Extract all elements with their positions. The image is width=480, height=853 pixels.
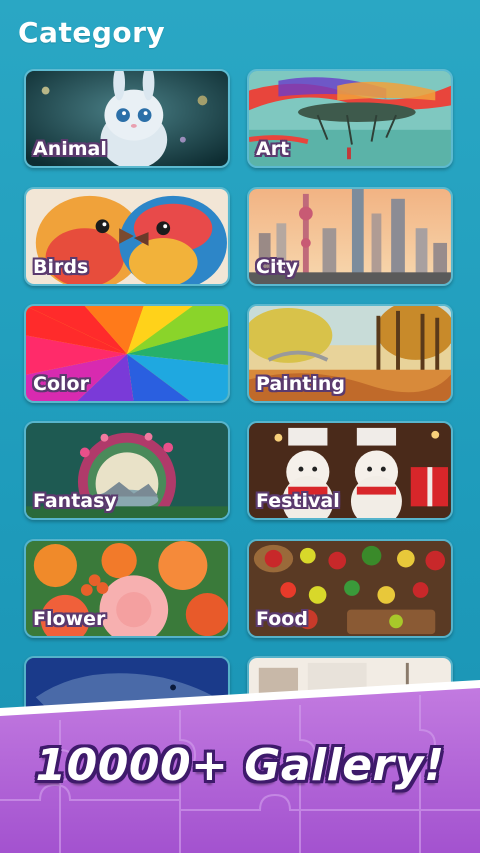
category-card-flower[interactable]: Flower bbox=[24, 539, 230, 638]
category-label: Color bbox=[33, 373, 89, 395]
category-card-food[interactable]: Food bbox=[247, 539, 453, 638]
promo-banner-text: 10000+ Gallery! bbox=[35, 740, 445, 791]
category-card-painting[interactable]: Painting bbox=[247, 304, 453, 403]
category-card-fantasy[interactable]: Fantasy bbox=[24, 421, 230, 520]
category-label: Food bbox=[256, 608, 308, 630]
category-label: Flower bbox=[33, 608, 106, 630]
category-card-birds[interactable]: Birds bbox=[24, 187, 230, 286]
category-label: Painting bbox=[256, 373, 345, 395]
category-card-animal[interactable]: Animal bbox=[24, 69, 230, 168]
category-label: Animal bbox=[33, 138, 107, 160]
category-label: Fantasy bbox=[33, 490, 117, 512]
category-card-color[interactable]: Color bbox=[24, 304, 230, 403]
category-card-festival[interactable]: Festival bbox=[247, 421, 453, 520]
category-label: City bbox=[256, 256, 298, 278]
category-label: Art bbox=[256, 138, 290, 160]
category-label: Birds bbox=[33, 256, 89, 278]
category-card-city[interactable]: City bbox=[247, 187, 453, 286]
category-label: Festival bbox=[256, 490, 340, 512]
category-card-art[interactable]: Art bbox=[247, 69, 453, 168]
